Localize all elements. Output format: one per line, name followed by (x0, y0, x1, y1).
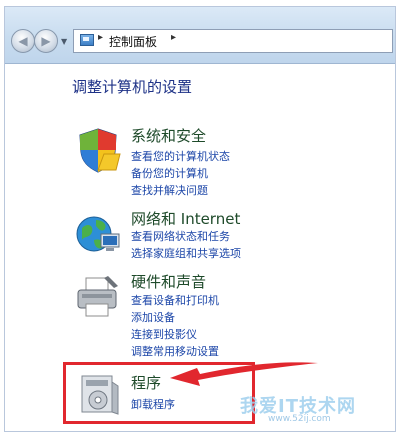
watermark-url: www.52ij.com (268, 414, 331, 424)
annotation-arrow-icon (170, 362, 318, 386)
